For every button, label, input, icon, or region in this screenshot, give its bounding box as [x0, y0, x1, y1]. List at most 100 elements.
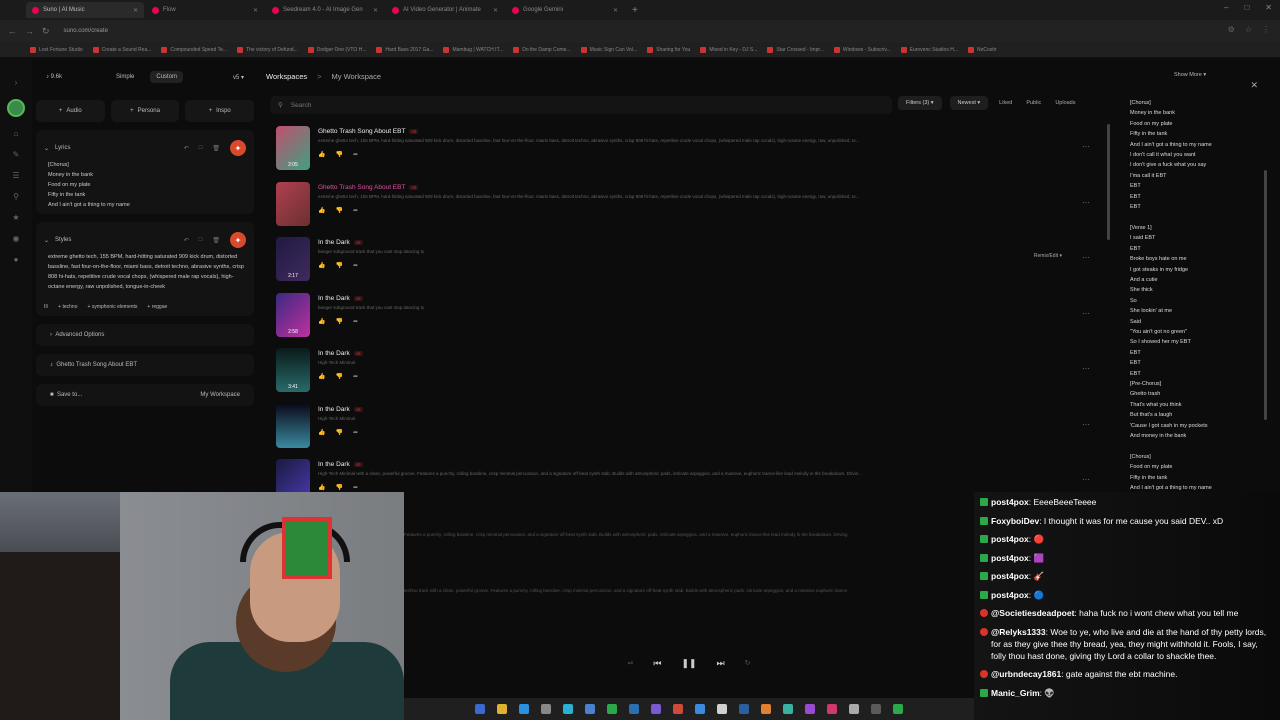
bookmark-item[interactable]: Create a Sound Rea...: [92, 46, 151, 53]
mode-simple[interactable]: Simple: [110, 71, 140, 83]
close-window-icon[interactable]: ✕: [1265, 3, 1272, 12]
like-icon[interactable]: 👍: [318, 151, 325, 158]
bookmark-item[interactable]: Lost Fortune Studio: [30, 46, 83, 53]
share-icon[interactable]: ➦: [353, 373, 358, 380]
explore-icon[interactable]: ★: [12, 213, 19, 222]
copy-icon[interactable]: □: [199, 237, 203, 243]
collapse-icon[interactable]: ›: [15, 78, 18, 87]
lyrics-input[interactable]: [Chorus] Money in the bank Food on my pl…: [44, 160, 246, 208]
add-inspo-button[interactable]: + Inspo: [185, 100, 255, 122]
browser-tab[interactable]: Seedream 4.0 - AI Image Gen ✕: [266, 2, 384, 18]
close-tab-icon[interactable]: ✕: [493, 7, 498, 14]
library-icon[interactable]: ☰: [12, 171, 19, 180]
bookmark-star-icon[interactable]: ☆: [1245, 25, 1252, 34]
create-icon[interactable]: ✎: [13, 150, 20, 159]
taskbar-app-icon[interactable]: [739, 704, 749, 714]
share-icon[interactable]: ➦: [353, 484, 358, 491]
minimize-icon[interactable]: –: [1224, 3, 1228, 12]
song-title[interactable]: In the Dark: [318, 295, 350, 302]
close-tab-icon[interactable]: ✕: [133, 7, 138, 14]
dislike-icon[interactable]: 👎: [335, 151, 342, 158]
song-cover[interactable]: 3:41: [276, 348, 310, 392]
filters-button[interactable]: Filters (3) ▾: [898, 96, 942, 110]
add-persona-button[interactable]: + Persona: [110, 100, 180, 122]
chips-toggle-icon[interactable]: II\: [44, 304, 48, 310]
bookmark-item[interactable]: Mixed in Key - DJ S...: [700, 46, 757, 53]
song-row[interactable]: Ghetto Trash Song About EBT v5 extreme ghe…: [276, 181, 1102, 238]
taskbar-app-icon[interactable]: [849, 704, 859, 714]
song-title[interactable]: Ghetto Trash Song About EBT: [318, 128, 405, 135]
taskbar-app-icon[interactable]: [519, 704, 529, 714]
bookmark-item[interactable]: Hard Bass 2017 Ga...: [376, 46, 433, 53]
taskbar-app-icon[interactable]: [475, 704, 485, 714]
more-options-icon[interactable]: ⋯: [1082, 253, 1090, 262]
taskbar-app-icon[interactable]: [585, 704, 595, 714]
generate-lyrics-button[interactable]: ✦: [230, 140, 246, 156]
avatar[interactable]: [7, 99, 25, 117]
extensions-icon[interactable]: ⚙: [1228, 25, 1235, 34]
radio-icon[interactable]: ◉: [13, 234, 20, 243]
tab-uploads[interactable]: Uploads: [1052, 100, 1078, 106]
more-options-icon[interactable]: ⋯: [1082, 142, 1090, 151]
like-icon[interactable]: 👍: [318, 318, 325, 325]
dislike-icon[interactable]: 👎: [335, 318, 342, 325]
share-icon[interactable]: ➦: [353, 429, 358, 436]
song-row[interactable]: 3:41 In the Dark v5 High-Tech Minimal 👍 👎 ➦ ⋯: [276, 348, 1102, 404]
style-chip[interactable]: + symphonic elements: [88, 304, 138, 310]
song-title[interactable]: In the Dark: [318, 406, 350, 413]
show-more-button[interactable]: Show More ▾: [1174, 72, 1206, 78]
taskbar-app-icon[interactable]: [871, 704, 881, 714]
bookmark-item[interactable]: Do the Damp Come...: [513, 46, 571, 53]
more-options-icon[interactable]: ⋯: [1082, 420, 1090, 429]
forward-icon[interactable]: →: [25, 26, 34, 36]
bookmark-item[interactable]: Dodger One (VTO H...: [307, 46, 366, 53]
bookmark-item[interactable]: Music Sign Can Vol...: [580, 46, 637, 53]
trash-icon[interactable]: 🗑: [212, 237, 220, 244]
taskbar-app-icon[interactable]: [893, 704, 903, 714]
dislike-icon[interactable]: 👎: [335, 207, 342, 214]
song-list-scrollbar[interactable]: [1107, 124, 1110, 240]
home-icon[interactable]: ⌂: [14, 129, 19, 138]
dislike-icon[interactable]: 👎: [335, 373, 342, 380]
style-chip[interactable]: + reggae: [147, 304, 167, 310]
taskbar-app-icon[interactable]: [563, 704, 573, 714]
more-options-icon[interactable]: ⋯: [1082, 475, 1090, 484]
song-cover[interactable]: 2:58: [276, 292, 310, 337]
close-tab-icon[interactable]: ✕: [613, 7, 618, 14]
maximize-icon[interactable]: □: [1244, 3, 1249, 12]
tab-liked[interactable]: Liked: [996, 100, 1015, 106]
version-select[interactable]: v5 ▾: [233, 74, 244, 81]
song-row[interactable]: In the Dark v5 High-Tech Minimal 👍 👎 ➦ ⋯: [276, 403, 1102, 460]
like-icon[interactable]: 👍: [318, 429, 325, 436]
mode-custom[interactable]: Custom: [150, 71, 184, 83]
more-options-icon[interactable]: ⋯: [1082, 309, 1090, 318]
sort-button[interactable]: Newest ▾: [949, 96, 989, 110]
share-icon[interactable]: ➦: [353, 262, 358, 269]
menu-icon[interactable]: ⋮: [1262, 25, 1270, 34]
share-icon[interactable]: ➦: [353, 207, 358, 214]
notifications-icon[interactable]: ●: [14, 255, 19, 264]
advanced-options[interactable]: › Advanced Options: [36, 324, 254, 346]
song-row[interactable]: 2:05 Ghetto Trash Song About EBT v5 extreme…: [276, 126, 1102, 182]
like-icon[interactable]: 👍: [318, 262, 325, 269]
browser-tab[interactable]: AI Video Generator | Animate ✕: [386, 2, 504, 18]
taskbar-app-icon[interactable]: [673, 704, 683, 714]
song-title[interactable]: In the Dark: [318, 350, 350, 357]
previous-icon[interactable]: ⏮: [653, 658, 661, 669]
styles-input[interactable]: extreme ghetto tech, 155 BPM, hard-hitti…: [44, 252, 246, 298]
next-icon[interactable]: ⏭: [717, 658, 725, 669]
song-title-field[interactable]: ♪ Ghetto Trash Song About EBT: [36, 354, 254, 376]
generate-styles-button[interactable]: ✦: [230, 232, 246, 248]
trash-icon[interactable]: 🗑: [212, 145, 220, 152]
remix-edit-button[interactable]: Remix/Edit ▾: [1034, 253, 1062, 259]
repeat-icon[interactable]: ↻: [745, 659, 751, 667]
taskbar-app-icon[interactable]: [717, 704, 727, 714]
new-tab-button[interactable]: +: [626, 5, 644, 16]
song-title[interactable]: In the Dark: [318, 239, 350, 246]
undo-icon[interactable]: ↶: [184, 237, 189, 244]
bookmark-item[interactable]: Compounded Speed Te...: [161, 46, 227, 53]
taskbar-app-icon[interactable]: [651, 704, 661, 714]
add-audio-button[interactable]: + Audio: [36, 100, 105, 122]
url-field[interactable]: suno.com/create: [64, 28, 108, 34]
share-icon[interactable]: ➦: [353, 318, 358, 325]
